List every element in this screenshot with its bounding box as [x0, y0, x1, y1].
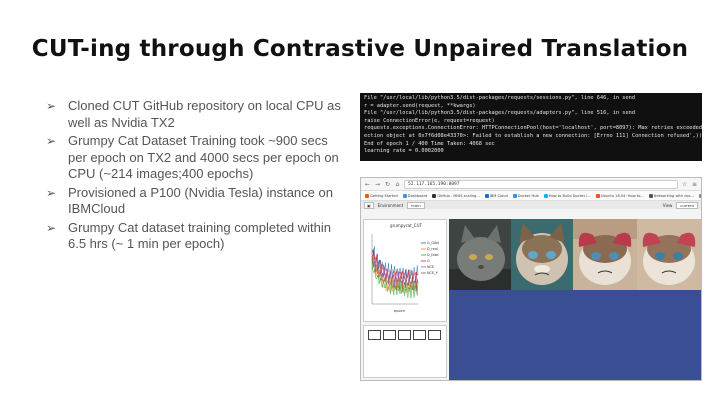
address-bar[interactable]: 52.117.165.190:8097 — [404, 179, 678, 189]
pane-cell — [383, 330, 396, 340]
bookmark-label: Getting Started — [370, 193, 398, 198]
bullet-text: Grumpy Cat dataset training completed wi… — [68, 219, 332, 252]
bookmark-star-icon[interactable]: ☆ — [681, 181, 688, 188]
terminal-line: r = adapter.send(request, **kwargs) — [364, 102, 476, 109]
arrow-bullet-icon: ➢ — [46, 134, 57, 148]
bookmark-item[interactable]: Networking with doc... — [648, 193, 695, 198]
terminal-output: File "/usr/local/lib/python3.5/dist-pack… — [360, 93, 702, 161]
bookmark-label: IBM Cloud — [489, 193, 508, 198]
bookmark-item[interactable]: Ubuntu 18.04: How to... — [595, 193, 644, 198]
visdom-button[interactable]: ▣ — [364, 202, 374, 209]
bookmark-favicon-icon — [365, 193, 369, 198]
browser-toolbar: ← → ↻ ⌂ 52.117.165.190:8097 ☆ ≡ — [361, 178, 701, 191]
legend-label: NCE_Y — [427, 271, 439, 275]
terminal-line: File "/usr/local/lib/python3.5/dist-pack… — [364, 110, 636, 117]
image-grid-pane[interactable] — [449, 219, 701, 380]
bookmark-favicon-icon — [543, 193, 548, 198]
bullet-text: Cloned CUT GitHub repository on local CP… — [68, 98, 341, 130]
reload-icon[interactable]: ↻ — [384, 181, 391, 188]
x-axis-label: epoch — [394, 309, 405, 313]
legend-label: G_GAN — [427, 241, 439, 245]
pane-cell — [428, 330, 441, 340]
bookmark-favicon-icon — [432, 193, 437, 198]
bookmark-label: Docker Hub — [517, 193, 539, 198]
bookmark-label: Dashboard — [407, 193, 428, 198]
bullet-item: ➢ Grumpy Cat Dataset Training took ~900 s… — [46, 133, 346, 183]
bookmark-label: Networking with doc... — [653, 193, 695, 198]
environment-label: Environment — [377, 203, 404, 208]
terminal-line: learning rate = 0.0002000 — [364, 148, 444, 155]
bullet-list: ➢ Cloned CUT GitHub repository on local C… — [46, 98, 346, 255]
bookmark-favicon-icon — [484, 193, 489, 198]
bookmark-item[interactable]: IBM Cloud — [484, 193, 508, 198]
text-pane[interactable] — [363, 325, 447, 378]
pane-cell — [368, 330, 381, 340]
bookmark-favicon-icon — [402, 193, 407, 198]
bullet-item: ➢ Provisioned a P100 (Nvidia Tesla) insta… — [46, 185, 346, 218]
terminal-line: raise ConnectionError(e, request=request… — [364, 117, 495, 124]
arrow-bullet-icon: ➢ — [46, 220, 57, 235]
forward-icon[interactable]: → — [374, 181, 381, 188]
bullet-item: ➢ Grumpy Cat dataset training completed w… — [46, 220, 346, 253]
bookmark-item[interactable]: GitHub - MIDS scaling... — [432, 193, 480, 198]
pane-cell — [398, 330, 411, 340]
arrow-bullet-icon: ➢ — [46, 185, 57, 200]
bookmark-favicon-icon — [512, 193, 517, 198]
legend-label: D_fake — [427, 253, 439, 257]
terminal-line: File "/usr/local/lib/python3.5/dist-pack… — [364, 95, 636, 101]
browser-window: ← → ↻ ⌂ 52.117.165.190:8097 ☆ ≡ Getting … — [360, 177, 702, 381]
bookmark-favicon-icon — [699, 193, 701, 198]
bookmarks-bar: Getting Started Dashboard GitHub - MIDS sc… — [361, 191, 701, 201]
bookmark-label: How to Build Docker I... — [548, 193, 591, 198]
terminal-line: End of epoch 1 / 400 Time Taken: 4068 se… — [364, 140, 495, 147]
menu-icon[interactable]: ≡ — [691, 181, 698, 188]
view-select[interactable]: current — [676, 202, 698, 209]
legend-label: G — [427, 259, 430, 263]
legend-label: NCE — [427, 265, 434, 269]
home-icon[interactable]: ⌂ — [394, 181, 401, 188]
bullet-text: Provisioned a P100 (Nvidia Tesla) instan… — [68, 184, 333, 217]
bookmark-item[interactable]: Dashboard — [402, 193, 428, 198]
loss-plot: G_GAN D_real D_fake G NCE NCE_Yepoch — [371, 234, 439, 313]
legend-label: D_real — [427, 247, 438, 251]
loss-plot-pane[interactable]: grumpycat_CUT G_GAN D_real D_fake G NCE NCE_Y… — [363, 219, 447, 322]
cat-image-fake — [511, 219, 573, 290]
back-icon[interactable]: ← — [364, 181, 371, 188]
visdom-workspace: grumpycat_CUT G_GAN D_real D_fake G NCE NCE_Y… — [361, 209, 701, 380]
cat-image-real-b — [573, 219, 637, 290]
cat-image-real — [449, 219, 511, 290]
slide-title: CUT-ing through Contrastive Unpaired Tra… — [31, 36, 689, 62]
view-label: View — [662, 203, 673, 208]
bookmark-item[interactable]: How to Build Docker I... — [543, 193, 591, 198]
bookmark-item[interactable]: Getting Started — [365, 193, 398, 198]
arrow-bullet-icon: ➢ — [46, 99, 57, 113]
cat-image-fake-b — [637, 219, 701, 290]
bookmark-item[interactable]: models/detection_mo... — [699, 193, 701, 198]
bullet-text: Grumpy Cat Dataset Training took ~900 se… — [68, 133, 339, 181]
terminal-line: requests.exceptions.ConnectionError: HTT… — [364, 125, 702, 132]
bookmark-favicon-icon — [595, 193, 600, 198]
bullet-item: ➢ Cloned CUT GitHub repository on local C… — [46, 98, 346, 131]
bookmark-item[interactable]: Docker Hub — [512, 193, 539, 198]
bookmark-favicon-icon — [648, 193, 653, 198]
bookmark-label: Ubuntu 18.04: How to... — [600, 193, 644, 198]
terminal-line: ection object at 0x7f6d08e43370>: Failed… — [364, 132, 702, 139]
pane-cell — [413, 330, 426, 340]
environment-select[interactable]: main — [407, 202, 425, 209]
bookmark-label: GitHub - MIDS scaling... — [437, 193, 480, 198]
